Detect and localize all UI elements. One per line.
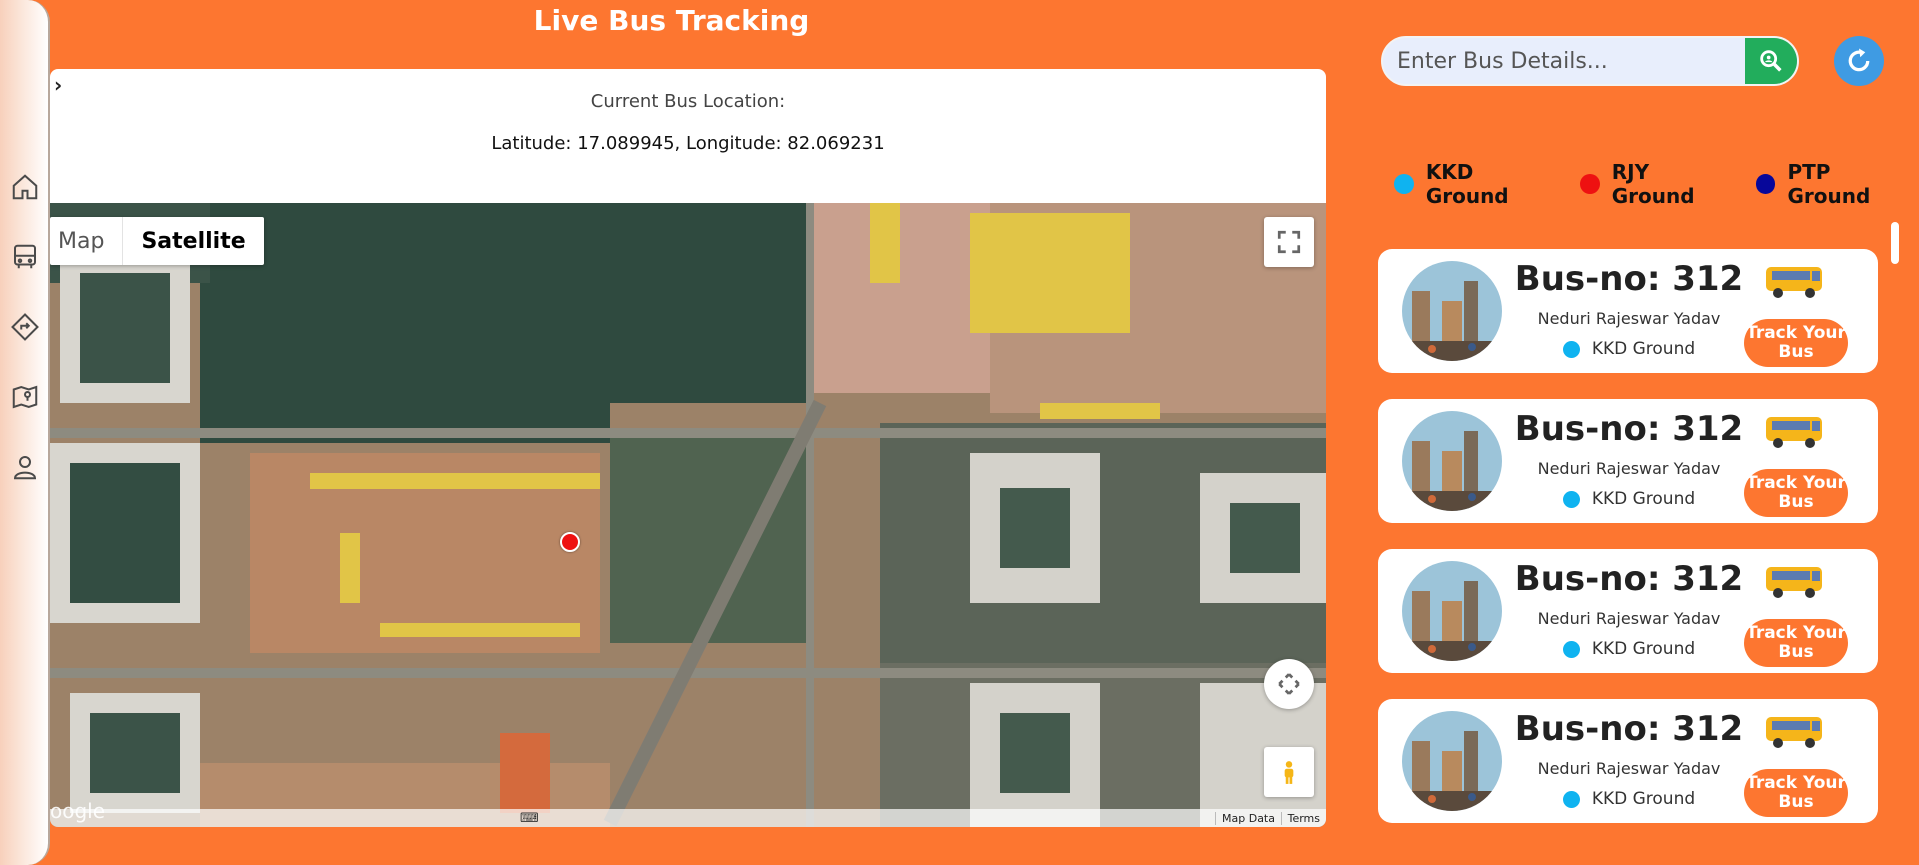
map-data-link[interactable]: Map Data [1215,812,1282,825]
bus-card: Bus-no: 312 Neduri Rajeswar Yadav KKD Gr… [1378,399,1878,523]
ground-dot [1562,790,1580,808]
legend-item-ptp: PTP Ground [1755,160,1919,208]
bus-number: Bus-no: 312 [1514,559,1744,599]
legend-item-rjy: RJY Ground [1579,160,1738,208]
ground-dot [1562,490,1580,508]
legend-label: PTP Ground [1787,160,1871,208]
bus-number: Bus-no: 312 [1514,709,1744,749]
bus-avatar [1402,411,1502,511]
fullscreen-button[interactable] [1264,217,1314,267]
ground-label: KKD Ground [1591,489,1696,509]
driver-name: Neduri Rajeswar Yadav [1537,309,1721,328]
legend-label: RJY Ground [1611,160,1695,208]
search-icon [1760,50,1782,72]
driver-name: Neduri Rajeswar Yadav [1537,759,1721,778]
track-bus-button[interactable]: Track Your Bus [1744,469,1848,517]
school-bus-icon [1766,417,1822,448]
school-bus-icon [1766,567,1822,598]
map-pin-icon [12,385,38,409]
home-icon [12,174,38,200]
sidebar-item-directions[interactable] [0,292,50,362]
pegman-button[interactable] [1264,747,1314,797]
sidebar-item-bus[interactable] [0,222,50,292]
legend-item-kkd: KKD Ground [1394,160,1562,208]
sidebar-item-profile[interactable] [0,432,50,502]
ground-label: KKD Ground [1591,639,1696,659]
driver-name: Neduri Rajeswar Yadav [1537,609,1721,628]
ground-legend: KKD Ground RJY Ground PTP Ground [1394,160,1919,208]
pegman-icon [1284,761,1294,784]
sidebar [0,0,50,865]
keyboard-shortcuts-icon[interactable]: ⌨ [520,811,539,826]
map-attribution-bar [50,809,1326,827]
bus-ground: KKD Ground [1508,489,1750,509]
bus-card: Bus-no: 312 Neduri Rajeswar Yadav KKD Gr… [1378,699,1878,823]
legend-dot [1579,174,1600,194]
page-title: Live Bus Tracking [533,4,810,37]
map-type-satellite-button[interactable]: Satellite [123,217,263,265]
school-bus-icon [1766,717,1822,748]
ground-label: KKD Ground [1591,339,1696,359]
search-button[interactable] [1745,38,1797,84]
search-bar [1381,36,1799,86]
satellite-map[interactable]: Map Satellite oogle ⌨ Map Data Terms [50,203,1326,827]
refresh-button[interactable] [1834,36,1884,86]
terms-link[interactable]: Terms [1288,812,1320,825]
ground-dot [1562,640,1580,658]
user-icon [13,456,37,480]
bus-card: Bus-no: 312 Neduri Rajeswar Yadav KKD Gr… [1378,549,1878,673]
bus-search-input[interactable] [1383,38,1745,84]
bus-number: Bus-no: 312 [1514,259,1744,299]
legend-dot [1755,174,1776,194]
bus-avatar [1402,561,1502,661]
track-bus-button[interactable]: Track Your Bus [1744,769,1848,817]
map-card: › Current Bus Location: Latitude: 17.089… [50,69,1326,827]
bus-list: Bus-no: 312 Neduri Rajeswar Yadav KKD Gr… [1378,249,1878,849]
bus-ground: KKD Ground [1508,789,1750,809]
sidebar-nav [0,152,50,502]
directions-icon [11,313,39,341]
school-bus-icon [1766,267,1822,298]
bus-icon [14,244,36,269]
location-label: Current Bus Location: [590,91,786,112]
sidebar-item-map[interactable] [0,362,50,432]
bus-avatar [1402,711,1502,811]
fullscreen-icon [1277,230,1301,254]
bus-ground: KKD Ground [1508,639,1750,659]
satellite-imagery [50,203,1326,827]
driver-name: Neduri Rajeswar Yadav [1537,459,1721,478]
bus-number: Bus-no: 312 [1514,409,1744,449]
map-camera-control[interactable] [1264,659,1314,709]
move-arrows-icon [1278,673,1300,695]
track-bus-button[interactable]: Track Your Bus [1744,619,1848,667]
bus-ground: KKD Ground [1508,339,1750,359]
ground-label: KKD Ground [1591,789,1696,809]
location-coords: Latitude: 17.089945, Longitude: 82.06923… [491,133,885,154]
legend-label: KKD Ground [1425,160,1509,208]
bus-card: Bus-no: 312 Neduri Rajeswar Yadav KKD Gr… [1378,249,1878,373]
map-type-map-button[interactable]: Map [50,217,124,265]
legend-dot [1394,174,1414,194]
bus-location-marker[interactable] [560,532,580,552]
refresh-icon [1848,48,1870,72]
google-logo: oogle [50,799,106,823]
track-bus-button[interactable]: Track Your Bus [1744,319,1848,367]
ground-dot [1562,340,1580,358]
map-type-switcher: Map Satellite [50,217,264,265]
bus-avatar [1402,261,1502,361]
sidebar-item-home[interactable] [0,152,50,222]
bus-list-scrollbar[interactable] [1891,222,1899,264]
